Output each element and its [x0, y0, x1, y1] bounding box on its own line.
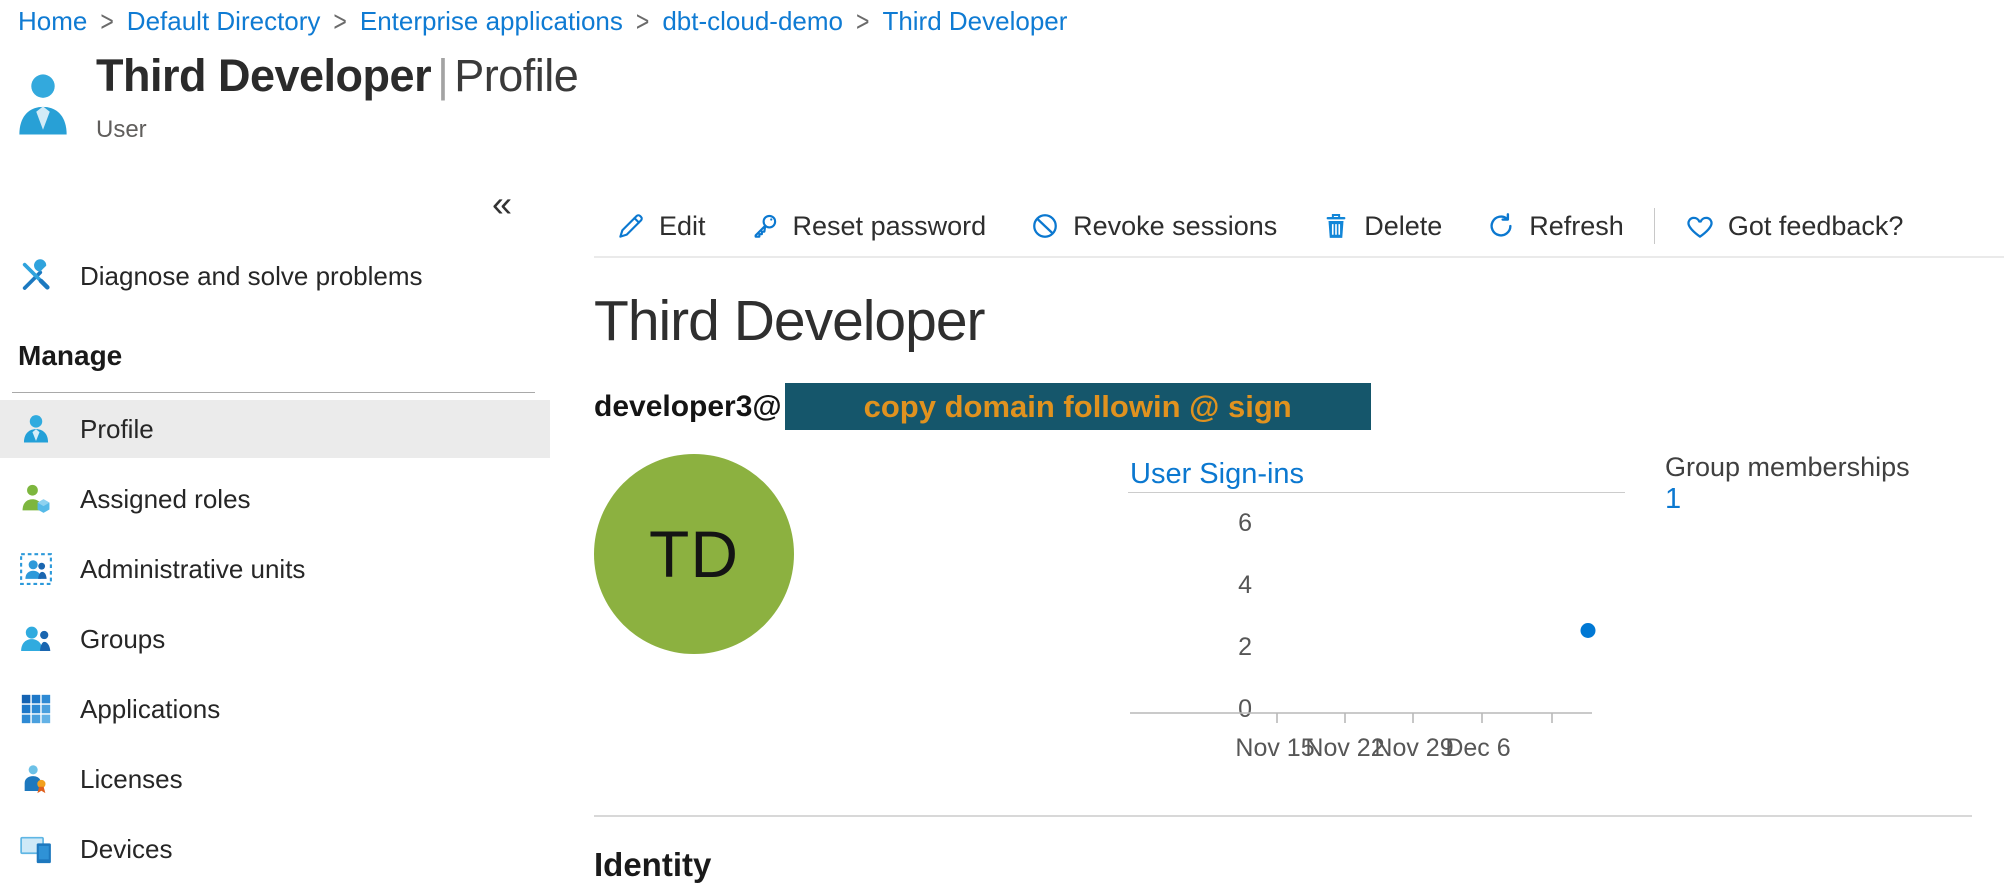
edit-button[interactable]: Edit — [594, 211, 728, 242]
reset-password-label: Reset password — [793, 211, 987, 242]
breadcrumb-third-developer[interactable]: Third Developer — [882, 6, 1067, 37]
diagnose-tools-icon — [18, 258, 54, 294]
refresh-button[interactable]: Refresh — [1464, 211, 1646, 242]
page-title-name: Third Developer — [96, 50, 431, 101]
redacted-domain-note: copy domain followin @ sign — [785, 383, 1371, 430]
applications-grid-icon — [18, 691, 54, 727]
sidebar-item-profile[interactable]: Profile — [0, 400, 550, 458]
identity-section-heading: Identity — [594, 846, 711, 884]
breadcrumb-enterprise-applications[interactable]: Enterprise applications — [360, 6, 623, 37]
breadcrumb-dbt-cloud-demo[interactable]: dbt-cloud-demo — [662, 6, 843, 37]
y-axis-tick-label: 0 — [1238, 695, 1252, 723]
breadcrumb-separator: > — [333, 5, 346, 39]
x-axis-tick-label: Dec 6 — [1445, 734, 1510, 762]
licenses-icon — [18, 761, 54, 797]
sidebar-item-devices[interactable]: Devices — [0, 820, 550, 878]
pencil-icon — [616, 211, 646, 241]
breadcrumb-default-directory[interactable]: Default Directory — [127, 6, 321, 37]
sidebar-item-label: Applications — [80, 694, 220, 725]
section-divider — [594, 815, 1972, 817]
sidebar-divider — [12, 392, 535, 393]
delete-button[interactable]: Delete — [1299, 211, 1464, 242]
sidebar-item-licenses[interactable]: Licenses — [0, 750, 550, 808]
heart-icon — [1685, 211, 1715, 241]
avatar-initials: TD — [649, 516, 739, 592]
sidebar-item-groups[interactable]: Groups — [0, 610, 550, 668]
avatar: TD — [594, 454, 794, 654]
x-axis-tick-label: Nov 22 — [1305, 734, 1384, 762]
devices-icon — [18, 831, 54, 867]
sidebar-item-label: Profile — [80, 414, 154, 445]
sidebar-item-label: Diagnose and solve problems — [80, 261, 423, 292]
toolbar-divider — [1654, 208, 1655, 244]
group-memberships: Group memberships 1 — [1665, 452, 1910, 516]
sidebar-item-diagnose[interactable]: Diagnose and solve problems — [0, 246, 550, 306]
reset-password-button[interactable]: Reset password — [728, 211, 1009, 242]
page-title-separator: | — [431, 50, 454, 101]
chart-header-divider — [1128, 492, 1625, 493]
sidebar-item-label: Devices — [80, 834, 172, 865]
y-axis-tick-label: 4 — [1238, 571, 1252, 599]
azure-user-profile-page: Home > Default Directory > Enterprise ap… — [0, 0, 2004, 884]
sidebar-item-label: Administrative units — [80, 554, 305, 585]
user-principal-name: developer3@ copy domain followin @ sign — [594, 383, 1371, 430]
profile-person-icon — [18, 411, 54, 447]
trash-icon — [1321, 211, 1351, 241]
sidebar-item-label: Groups — [80, 624, 165, 655]
refresh-label: Refresh — [1529, 211, 1624, 242]
sidebar-collapse-icon[interactable]: « — [492, 186, 512, 222]
page-subtitle: User — [96, 116, 578, 144]
breadcrumb-separator: > — [100, 5, 113, 39]
x-axis-tick-label: Nov 29 — [1374, 734, 1453, 762]
breadcrumb-separator: > — [856, 5, 869, 39]
sidebar-item-label: Assigned roles — [80, 484, 251, 515]
x-axis-tick-label: Nov 15 — [1235, 734, 1314, 762]
sidebar-item-applications[interactable]: Applications — [0, 680, 550, 738]
sidebar-section-manage: Manage — [18, 340, 122, 372]
sidebar-item-label: Licenses — [80, 764, 183, 795]
upn-prefix: developer3@ — [594, 390, 782, 424]
group-memberships-label: Group memberships — [1665, 452, 1910, 483]
signin-data-point — [1581, 623, 1596, 638]
user-avatar-icon — [16, 70, 70, 141]
user-display-name: Third Developer — [594, 288, 985, 354]
breadcrumb: Home > Default Directory > Enterprise ap… — [18, 6, 1067, 37]
key-icon — [750, 211, 780, 241]
block-icon — [1030, 211, 1060, 241]
command-bar: Edit Reset password Revoke sessions — [594, 196, 2004, 258]
y-axis-tick-label: 6 — [1238, 509, 1252, 537]
user-signins-link[interactable]: User Sign-ins — [1130, 458, 1304, 491]
page-title-section: Profile — [454, 50, 578, 101]
sidebar-item-assigned-roles[interactable]: Assigned roles — [0, 470, 550, 528]
got-feedback-button[interactable]: Got feedback? — [1663, 211, 1926, 242]
assigned-roles-icon — [18, 481, 54, 517]
delete-label: Delete — [1364, 211, 1442, 242]
breadcrumb-home[interactable]: Home — [18, 6, 87, 37]
group-memberships-count-link[interactable]: 1 — [1665, 483, 1681, 515]
got-feedback-label: Got feedback? — [1728, 211, 1904, 242]
page-title: Third Developer|Profile User — [96, 50, 578, 144]
revoke-sessions-button[interactable]: Revoke sessions — [1008, 211, 1299, 242]
refresh-icon — [1486, 211, 1516, 241]
sidebar-item-administrative-units[interactable]: Administrative units — [0, 540, 550, 598]
sidebar-nav: Profile Assigned roles — [0, 400, 550, 884]
admin-units-icon — [18, 551, 54, 587]
user-signins-chart: 6 4 2 0 Nov 15Nov 22Nov 29Dec 6 — [1128, 496, 1608, 768]
groups-icon — [18, 621, 54, 657]
revoke-sessions-label: Revoke sessions — [1073, 211, 1277, 242]
y-axis-tick-label: 2 — [1238, 633, 1252, 661]
breadcrumb-separator: > — [636, 5, 649, 39]
edit-label: Edit — [659, 211, 706, 242]
